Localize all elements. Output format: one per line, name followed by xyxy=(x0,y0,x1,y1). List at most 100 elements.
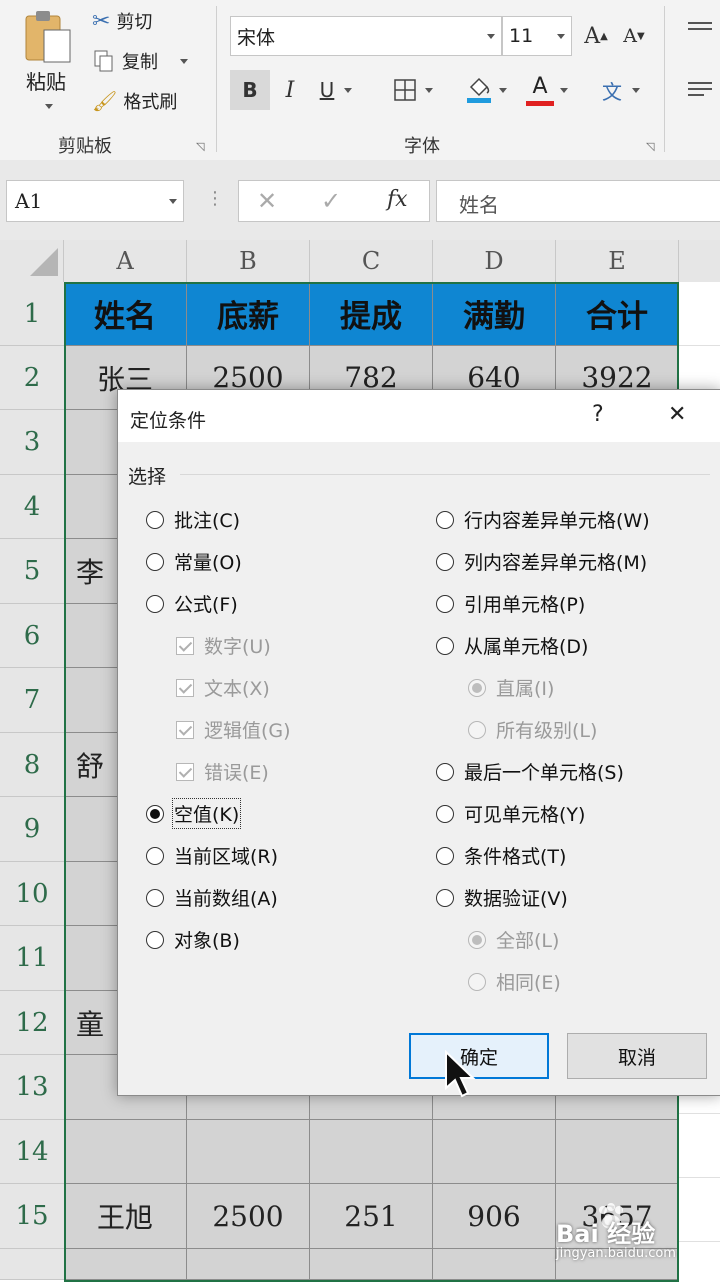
radio-option[interactable]: 引用单元格(P) xyxy=(436,590,585,617)
align-left-icon[interactable] xyxy=(688,82,712,96)
table-cell[interactable] xyxy=(433,1249,556,1280)
shrink-font-button[interactable]: A ▼ xyxy=(614,16,654,56)
italic-button[interactable]: I xyxy=(270,70,310,110)
header-cell[interactable]: 合计 xyxy=(556,282,679,346)
header-cell[interactable]: 满勤 xyxy=(433,282,556,346)
table-cell[interactable]: 906 xyxy=(433,1184,556,1249)
table-cell[interactable]: 251 xyxy=(310,1184,433,1249)
watermark-url: jingyan.baidu.com xyxy=(556,1246,676,1261)
dialog-titlebar[interactable]: 定位条件 ? ✕ xyxy=(118,390,720,442)
radio-option[interactable]: 行内容差异单元格(W) xyxy=(436,506,650,533)
radio-option[interactable]: 常量(O) xyxy=(146,548,242,575)
cancel-icon[interactable]: ✕ xyxy=(257,187,277,215)
table-cell[interactable] xyxy=(310,1120,433,1184)
table-cell[interactable] xyxy=(433,1120,556,1184)
row-header[interactable]: 1 xyxy=(0,282,64,346)
table-cell[interactable]: 2500 xyxy=(187,1184,310,1249)
formula-input[interactable]: 姓名 xyxy=(436,180,720,222)
dialog-launcher-icon[interactable]: ◹ xyxy=(646,140,654,153)
insert-function-icon[interactable]: fx xyxy=(387,187,408,212)
format-painter-button[interactable]: 🖌 格式刷 xyxy=(92,88,177,114)
section-divider xyxy=(180,474,710,475)
select-all-corner[interactable] xyxy=(0,240,64,282)
cancel-button[interactable]: 取消 xyxy=(567,1033,707,1079)
row-header[interactable]: 7 xyxy=(0,668,64,733)
row-header[interactable]: 12 xyxy=(0,991,64,1055)
row-header[interactable]: 13 xyxy=(0,1055,64,1120)
cut-button[interactable]: ✂ 剪切 xyxy=(92,8,152,34)
checkbox-option: 错误(E) xyxy=(176,758,269,785)
table-cell[interactable] xyxy=(64,1249,187,1280)
radio-option[interactable]: 批注(C) xyxy=(146,506,240,533)
row-header[interactable] xyxy=(0,1249,64,1280)
row-header[interactable]: 3 xyxy=(0,410,64,475)
row-number: 12 xyxy=(15,1007,49,1038)
radio-option[interactable]: 条件格式(T) xyxy=(436,842,566,869)
bold-button[interactable]: B xyxy=(230,70,270,110)
fill-color-button[interactable] xyxy=(458,70,514,110)
table-cell[interactable] xyxy=(187,1249,310,1280)
ok-button[interactable]: 确定 xyxy=(409,1033,549,1079)
column-header-c[interactable]: C xyxy=(310,240,433,282)
radio-option[interactable]: 对象(B) xyxy=(146,926,240,953)
table-cell[interactable] xyxy=(64,1120,187,1184)
row-header[interactable]: 10 xyxy=(0,862,64,926)
phonetic-icon: 文 xyxy=(602,79,622,104)
column-header-f[interactable] xyxy=(679,240,720,282)
row-header[interactable]: 5 xyxy=(0,539,64,604)
help-button[interactable]: ? xyxy=(592,402,604,427)
checkbox-option: 文本(X) xyxy=(176,674,270,701)
name-box[interactable]: A1 xyxy=(6,180,184,222)
radio-option[interactable]: 从属单元格(D) xyxy=(436,632,588,659)
bold-icon: B xyxy=(242,78,258,102)
radio-option[interactable]: 公式(F) xyxy=(146,590,238,617)
table-cell[interactable] xyxy=(556,1120,679,1184)
column-header-d[interactable]: D xyxy=(433,240,556,282)
column-header-b[interactable]: B xyxy=(187,240,310,282)
row-header[interactable]: 11 xyxy=(0,926,64,991)
borders-button[interactable] xyxy=(384,70,442,110)
radio-option[interactable]: 可见单元格(Y) xyxy=(436,800,585,827)
font-color-button[interactable]: A xyxy=(518,70,576,110)
radio-option[interactable]: 列内容差异单元格(M) xyxy=(436,548,647,575)
row-header[interactable]: 9 xyxy=(0,797,64,862)
paste-button[interactable]: 粘贴 xyxy=(18,8,78,118)
header-cell[interactable]: 底薪 xyxy=(187,282,310,346)
column-header-a[interactable]: A xyxy=(64,240,187,282)
radio-button-icon xyxy=(468,720,486,739)
enter-icon[interactable]: ✓ xyxy=(321,187,341,215)
copy-button[interactable]: 复制 xyxy=(92,48,188,74)
table-cell[interactable] xyxy=(187,1120,310,1184)
scissors-icon: ✂ xyxy=(92,8,111,34)
table-cell[interactable] xyxy=(310,1249,433,1280)
header-cell[interactable]: 姓名 xyxy=(64,282,187,346)
row-header[interactable]: 14 xyxy=(0,1120,64,1184)
grow-font-button[interactable]: A ▲ xyxy=(576,16,616,56)
underline-button[interactable]: U xyxy=(308,70,364,110)
row-header[interactable]: 15 xyxy=(0,1184,64,1249)
radio-option[interactable]: 当前数组(A) xyxy=(146,884,278,911)
close-icon[interactable]: ✕ xyxy=(668,402,686,427)
option-label: 全部(L) xyxy=(496,930,560,952)
radio-option[interactable]: 数据验证(V) xyxy=(436,884,568,911)
font-name-dropdown[interactable]: 宋体 xyxy=(230,16,502,56)
checkbox-icon xyxy=(176,636,194,655)
row-number: 7 xyxy=(23,685,41,715)
phonetic-button[interactable]: 文 xyxy=(592,70,650,110)
dialog-launcher-icon[interactable]: ◹ xyxy=(196,140,204,153)
column-header-e[interactable]: E xyxy=(556,240,679,282)
option-label: 对象(B) xyxy=(174,930,240,952)
font-size-dropdown[interactable]: 11 xyxy=(502,16,572,56)
radio-option[interactable]: 空值(K) xyxy=(146,798,242,829)
radio-option[interactable]: 当前区域(R) xyxy=(146,842,278,869)
header-cell[interactable]: 提成 xyxy=(310,282,433,346)
radio-option[interactable]: 最后一个单元格(S) xyxy=(436,758,624,785)
table-cell[interactable]: 王旭 xyxy=(64,1184,187,1249)
row-header[interactable]: 8 xyxy=(0,733,64,797)
align-top-icon[interactable] xyxy=(688,22,712,30)
chevron-down-icon xyxy=(344,87,353,93)
splitter-handle[interactable]: ⋮ xyxy=(206,188,224,209)
row-header[interactable]: 4 xyxy=(0,475,64,539)
row-header[interactable]: 2 xyxy=(0,346,64,410)
row-header[interactable]: 6 xyxy=(0,604,64,668)
